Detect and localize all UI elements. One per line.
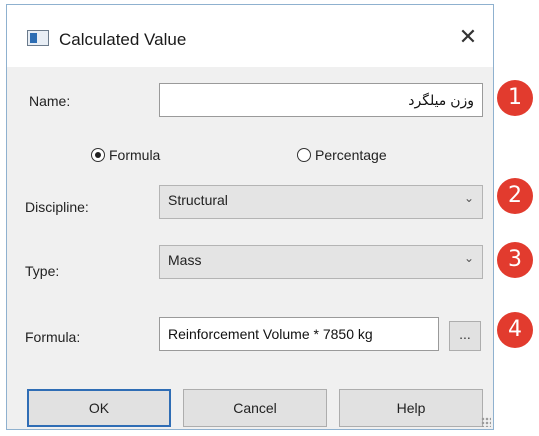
formula-label: Formula: [25, 329, 81, 345]
radio-unchecked-icon [297, 148, 311, 162]
chevron-down-icon: ⌄ [463, 191, 474, 205]
close-button[interactable]: ✕ [453, 23, 483, 53]
name-label: Name: [29, 93, 71, 109]
name-field[interactable]: وزن میلگرد [159, 83, 483, 117]
ok-button[interactable]: OK [27, 389, 171, 427]
formula-radio[interactable]: Formula [91, 147, 160, 163]
type-value: Mass [168, 252, 202, 268]
calculated-value-dialog: Calculated Value ✕ Name: وزن میلگرد Form… [6, 4, 494, 430]
annotation-badge-2: 2 [497, 178, 533, 214]
discipline-label: Discipline: [25, 199, 89, 215]
cancel-button[interactable]: Cancel [183, 389, 327, 427]
type-select[interactable]: Mass ⌄ [159, 245, 483, 279]
annotation-badge-4: 4 [497, 312, 533, 348]
percentage-radio[interactable]: Percentage [297, 147, 387, 163]
formula-radio-label: Formula [109, 147, 161, 163]
percentage-radio-label: Percentage [315, 147, 387, 163]
resize-grip-icon[interactable] [481, 417, 491, 427]
discipline-select[interactable]: Structural ⌄ [159, 185, 483, 219]
discipline-value: Structural [168, 192, 228, 208]
type-label: Type: [25, 263, 60, 279]
help-button[interactable]: Help [339, 389, 483, 427]
annotation-badge-3: 3 [497, 242, 533, 278]
formula-browse-button[interactable]: ... [449, 321, 481, 351]
annotation-badge-1: 1 [497, 80, 533, 116]
title-bar: Calculated Value ✕ [7, 5, 493, 67]
chevron-down-icon: ⌄ [463, 251, 474, 265]
radio-checked-icon [91, 148, 105, 162]
formula-field[interactable]: Reinforcement Volume * 7850 kg [159, 317, 439, 351]
dialog-title: Calculated Value [59, 30, 187, 49]
app-window-icon [27, 30, 49, 46]
